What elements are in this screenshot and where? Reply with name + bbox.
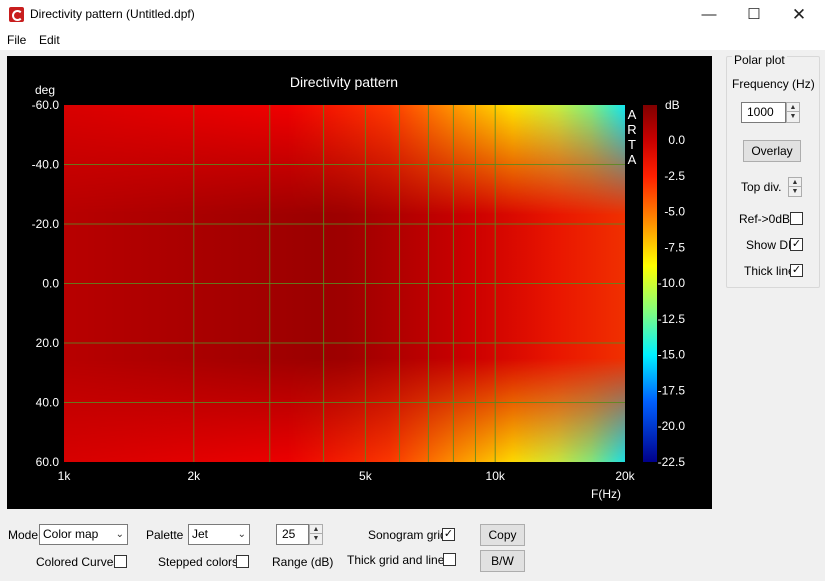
y-tick-label: 40.0 <box>36 396 60 410</box>
x-tick-label: 2k <box>187 469 201 483</box>
range-spinner[interactable]: ▲ ▼ <box>309 524 323 545</box>
watermark-letter: R <box>627 122 636 137</box>
stepped-colors-label: Stepped colors <box>158 555 239 569</box>
top-div-label: Top div. <box>741 180 782 194</box>
frequency-spinner[interactable]: ▲ ▼ <box>786 102 800 123</box>
spin-down-icon[interactable]: ▼ <box>310 534 322 543</box>
watermark-letter: A <box>628 152 637 167</box>
menu-file[interactable]: File <box>7 33 26 47</box>
colorbar-tick-label: -5.0 <box>664 205 685 219</box>
thick-grid-label: Thick grid and lines <box>347 553 451 567</box>
heatmap-bottom-edge <box>64 358 625 462</box>
y-unit-label: deg <box>35 83 55 97</box>
frequency-input[interactable]: 1000 <box>741 102 786 123</box>
x-tick-label: 10k <box>486 469 506 483</box>
colorbar-tick-label: -12.5 <box>658 312 686 326</box>
menu-bar: File Edit <box>0 30 825 50</box>
maximize-icon[interactable]: ☐ <box>731 0 777 30</box>
y-tick-label: 0.0 <box>42 277 59 291</box>
x-tick-label: 20k <box>615 469 635 483</box>
checkmark-icon: ✓ <box>443 528 454 540</box>
polar-plot-group-title: Polar plot <box>732 53 787 67</box>
arta-app-icon[interactable] <box>9 7 24 22</box>
thick-grid-checkbox[interactable] <box>443 553 456 566</box>
thick-line-checkbox[interactable]: ✓ <box>790 264 803 277</box>
checkmark-icon: ✓ <box>791 238 802 250</box>
window-title: Directivity pattern (Untitled.dpf) <box>30 7 195 21</box>
ref-0db-checkbox[interactable] <box>790 212 803 225</box>
x-unit-label: F(Hz) <box>591 487 621 501</box>
colored-curves-checkbox[interactable] <box>114 555 127 568</box>
copy-button[interactable]: Copy <box>480 524 525 546</box>
colorbar-tick-label: -15.0 <box>658 348 686 362</box>
show-di-label: Show DI <box>746 238 792 252</box>
y-tick-label: -20.0 <box>32 217 60 231</box>
colorbar-unit: dB <box>665 98 680 112</box>
ref-0db-label: Ref->0dB <box>739 212 791 226</box>
palette-select[interactable]: Jet ⌄ <box>188 524 250 545</box>
colorbar-tick-label: -7.5 <box>664 240 685 254</box>
colorbar-tick-label: -17.5 <box>658 383 686 397</box>
frequency-label: Frequency (Hz) <box>732 77 815 91</box>
mode-select-value: Color map <box>43 527 99 541</box>
x-tick-label: 1k <box>58 469 72 483</box>
colorbar-ticks: 0.0 -2.5 -5.0 -7.5 -10.0 -12.5 -15.0 -17.5 -20.0… <box>658 133 686 469</box>
range-input[interactable]: 25 <box>276 524 309 545</box>
y-tick-label: 60.0 <box>36 455 60 469</box>
x-axis-ticks: 1k 2k 5k 10k 20k <box>58 469 636 483</box>
chart-area: Directivity pattern deg F(Hz) -60.0 -40.0… <box>7 56 712 509</box>
x-tick-label: 5k <box>359 469 373 483</box>
show-di-checkbox[interactable]: ✓ <box>790 238 803 251</box>
directivity-chart: Directivity pattern deg F(Hz) -60.0 -40.0… <box>32 74 686 501</box>
top-div-spinner[interactable]: ▲ ▼ <box>788 177 802 197</box>
close-icon[interactable]: ✕ <box>776 0 822 30</box>
minimize-icon[interactable]: — <box>686 0 732 30</box>
colorbar-tick-label: 0.0 <box>668 133 685 147</box>
chart-title: Directivity pattern <box>290 74 398 90</box>
overlay-button[interactable]: Overlay <box>743 140 801 162</box>
y-tick-label: -40.0 <box>32 158 60 172</box>
sonogram-grid-checkbox[interactable]: ✓ <box>442 528 455 541</box>
watermark-letter: T <box>628 137 636 152</box>
spin-up-icon[interactable]: ▲ <box>310 525 322 534</box>
palette-select-value: Jet <box>192 527 209 541</box>
spin-down-icon[interactable]: ▼ <box>789 187 801 196</box>
chevron-down-icon: ⌄ <box>115 529 124 540</box>
colorbar <box>643 105 657 462</box>
menu-edit[interactable]: Edit <box>39 33 60 47</box>
colored-curves-label: Colored Curves <box>36 555 120 569</box>
mode-select[interactable]: Color map ⌄ <box>39 524 128 545</box>
stepped-colors-checkbox[interactable] <box>236 555 249 568</box>
spin-up-icon[interactable]: ▲ <box>789 178 801 187</box>
sonogram-grid-label: Sonogram grid <box>368 528 447 542</box>
chevron-down-icon: ⌄ <box>237 529 246 540</box>
colorbar-tick-label: -10.0 <box>658 276 686 290</box>
colorbar-tick-label: -2.5 <box>664 169 685 183</box>
y-tick-label: 20.0 <box>36 336 60 350</box>
spin-down-icon[interactable]: ▼ <box>787 112 799 121</box>
heatmap-plot <box>64 105 625 462</box>
title-bar: Directivity pattern (Untitled.dpf) — ☐ ✕ <box>0 0 825 30</box>
y-tick-label: -60.0 <box>32 98 60 112</box>
heatmap-top-edge <box>64 105 625 215</box>
palette-label: Palette <box>146 528 184 542</box>
bw-button[interactable]: B/W <box>480 550 525 572</box>
checkmark-icon: ✓ <box>791 264 802 276</box>
colorbar-tick-label: -20.0 <box>658 419 686 433</box>
thick-line-label: Thick line <box>744 264 795 278</box>
arta-watermark: ARTA <box>627 107 636 167</box>
colorbar-tick-label: -22.5 <box>658 455 686 469</box>
spin-up-icon[interactable]: ▲ <box>787 103 799 112</box>
range-db-label: Range (dB) <box>272 555 334 569</box>
watermark-letter: A <box>628 107 637 122</box>
y-axis-ticks: -60.0 -40.0 -20.0 0.0 20.0 40.0 60.0 <box>32 98 60 469</box>
mode-label: Mode <box>8 528 39 542</box>
